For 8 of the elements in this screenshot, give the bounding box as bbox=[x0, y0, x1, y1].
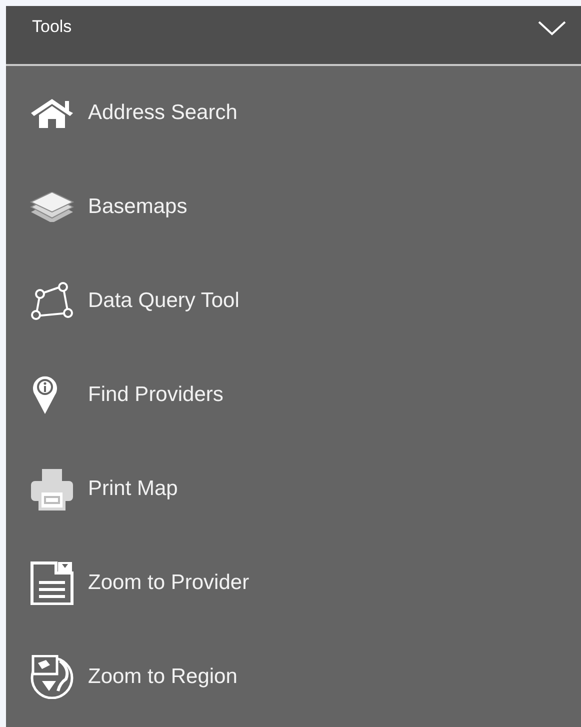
tool-item[interactable]: Print Map bbox=[6, 442, 581, 536]
panel-title: Tools bbox=[32, 17, 72, 37]
tool-item[interactable]: Basemaps bbox=[6, 160, 581, 254]
tool-item[interactable]: Zoom to Region bbox=[6, 630, 581, 724]
tool-item[interactable]: Data Query Tool bbox=[6, 254, 581, 348]
tool-item[interactable]: Zoom to Provider bbox=[6, 536, 581, 630]
tool-item[interactable]: Address Search bbox=[6, 66, 581, 160]
tool-item[interactable]: Find Providers bbox=[6, 348, 581, 442]
